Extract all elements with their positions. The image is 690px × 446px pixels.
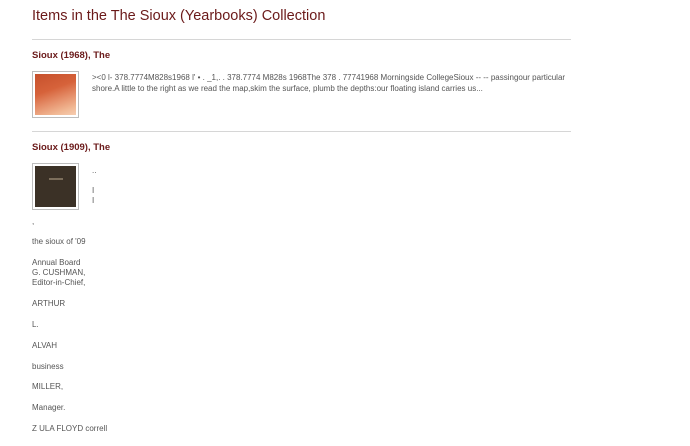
description-fragment: G. CUSHMAN, bbox=[32, 268, 86, 277]
yearbook-cover-image bbox=[35, 166, 76, 207]
description-fragment: business bbox=[32, 362, 64, 371]
divider bbox=[32, 131, 571, 132]
description-fragment: the sioux of '09 bbox=[32, 237, 86, 246]
description-fragment: ALVAH bbox=[32, 341, 58, 350]
item-thumbnail[interactable] bbox=[32, 163, 79, 210]
divider bbox=[32, 39, 571, 40]
description-fragment: , bbox=[32, 217, 35, 226]
description-fragment: L. bbox=[32, 320, 39, 329]
description-fragment: I bbox=[92, 196, 95, 205]
description-fragment: ARTHUR bbox=[32, 299, 66, 308]
description-fragment: MILLER, bbox=[32, 382, 64, 391]
description-fragment: Editor-in-Chief, bbox=[32, 278, 86, 287]
yearbook-cover-image bbox=[35, 74, 76, 115]
description-fragment: Manager. bbox=[32, 403, 66, 412]
description-fragment: Annual Board bbox=[32, 258, 81, 267]
description-fragment: .. bbox=[92, 166, 97, 175]
description-fragment: Z ULA FLOYD correll bbox=[32, 424, 108, 433]
item-title-link[interactable]: Sioux (1968), The bbox=[32, 50, 110, 61]
item-title-link[interactable]: Sioux (1909), The bbox=[32, 142, 110, 153]
collection-page: Items in the The Sioux (Yearbooks) Colle… bbox=[0, 0, 690, 446]
description-fragment: I bbox=[92, 186, 95, 195]
page-title: Items in the The Sioux (Yearbooks) Colle… bbox=[32, 8, 326, 24]
item-thumbnail[interactable] bbox=[32, 71, 79, 118]
item-description: ><0 l- 378.7774M828s1968 l' • . _1,. . 3… bbox=[92, 73, 566, 93]
